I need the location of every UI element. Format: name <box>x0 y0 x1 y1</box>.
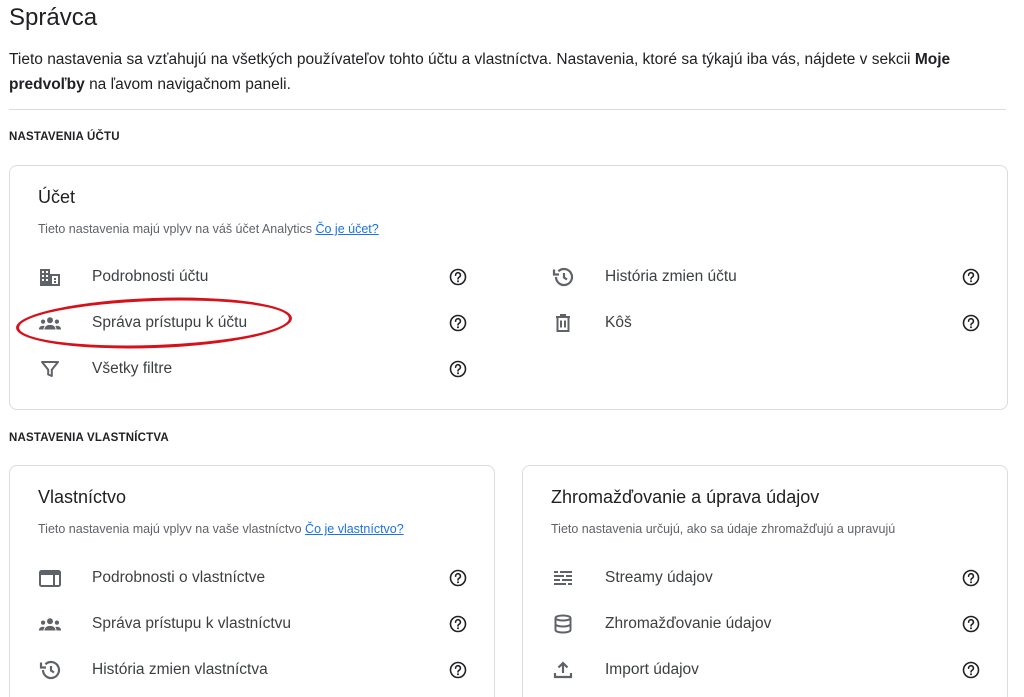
all-filters-item[interactable]: Všetky filtre <box>38 349 478 389</box>
help-icon[interactable] <box>449 569 467 587</box>
property-card-title: Vlastníctvo <box>38 487 127 507</box>
header-divider <box>9 109 1006 110</box>
account-details-item[interactable]: Podrobnosti účtu <box>38 257 478 297</box>
intro-text: Tieto nastavenia sa vzťahujú na všetkých… <box>9 51 911 68</box>
property-details-icon <box>38 568 62 588</box>
trash-item[interactable]: Kôš <box>551 303 991 343</box>
what-is-property-link[interactable]: Čo je vlastníctvo? <box>305 522 404 536</box>
data-collection-item[interactable]: Zhromažďovanie údajov <box>551 604 991 644</box>
help-icon[interactable] <box>449 314 467 332</box>
data-streams-item[interactable]: Streamy údajov <box>551 558 991 598</box>
property-access-management-label: Správa prístupu k vlastníctvu <box>92 615 292 632</box>
account-card-desc: Tieto nastavenia majú vplyv na váš účet … <box>38 222 379 236</box>
data-collection-card: Zhromažďovanie a úprava údajov Tieto nas… <box>522 465 1008 697</box>
data-streams-label: Streamy údajov <box>605 569 713 586</box>
property-access-management-item[interactable]: Správa prístupu k vlastníctvu <box>38 604 478 644</box>
upload-icon <box>551 660 575 680</box>
property-change-history-label: História zmien vlastníctva <box>92 661 268 678</box>
intro-tail: na ľavom navigačnom paneli. <box>89 76 291 93</box>
property-details-item[interactable]: Podrobnosti o vlastníctve <box>38 558 478 598</box>
filter-icon <box>38 359 62 379</box>
trash-icon <box>551 313 575 333</box>
page-intro: Tieto nastavenia sa vzťahujú na všetkých… <box>9 47 999 97</box>
property-change-history-item[interactable]: História zmien vlastníctva <box>38 650 478 690</box>
help-icon[interactable] <box>449 615 467 633</box>
help-icon[interactable] <box>449 360 467 378</box>
account-access-management-item[interactable]: Správa prístupu k účtu <box>38 303 478 343</box>
building-icon <box>38 267 62 287</box>
history-icon <box>38 660 62 680</box>
help-icon[interactable] <box>962 661 980 679</box>
help-icon[interactable] <box>962 569 980 587</box>
account-details-label: Podrobnosti účtu <box>92 268 209 285</box>
database-icon <box>551 614 575 634</box>
account-access-management-label: Správa prístupu k účtu <box>92 314 248 331</box>
property-card: Vlastníctvo Tieto nastavenia majú vplyv … <box>9 465 495 697</box>
account-card: Účet Tieto nastavenia majú vplyv na váš … <box>9 165 1008 410</box>
help-icon[interactable] <box>962 268 980 286</box>
account-section-heading: NASTAVENIA ÚČTU <box>9 131 120 143</box>
account-change-history-label: História zmien účtu <box>605 268 737 285</box>
property-desc-text: Tieto nastavenia majú vplyv na vaše vlas… <box>38 522 302 536</box>
account-card-title: Účet <box>38 187 76 207</box>
help-icon[interactable] <box>449 268 467 286</box>
all-filters-label: Všetky filtre <box>92 360 173 377</box>
data-collection-label: Zhromažďovanie údajov <box>605 615 772 632</box>
page-title: Správca <box>9 4 98 31</box>
help-icon[interactable] <box>962 314 980 332</box>
property-details-label: Podrobnosti o vlastníctve <box>92 569 266 586</box>
trash-label: Kôš <box>605 314 632 331</box>
account-change-history-item[interactable]: História zmien účtu <box>551 257 991 297</box>
help-icon[interactable] <box>962 615 980 633</box>
data-import-item[interactable]: Import údajov <box>551 650 991 690</box>
people-icon <box>38 313 62 333</box>
history-icon <box>551 267 575 287</box>
streams-icon <box>551 568 575 588</box>
property-card-desc: Tieto nastavenia majú vplyv na vaše vlas… <box>38 522 404 536</box>
what-is-account-link[interactable]: Čo je účet? <box>315 222 378 236</box>
property-section-heading: NASTAVENIA VLASTNÍCTVA <box>9 432 169 444</box>
data-collection-card-desc: Tieto nastavenia určujú, ako sa údaje zh… <box>551 522 896 536</box>
help-icon[interactable] <box>449 661 467 679</box>
data-collection-card-title: Zhromažďovanie a úprava údajov <box>551 487 820 507</box>
people-icon <box>38 614 62 634</box>
account-desc-text: Tieto nastavenia majú vplyv na váš účet … <box>38 222 312 236</box>
data-import-label: Import údajov <box>605 661 699 678</box>
